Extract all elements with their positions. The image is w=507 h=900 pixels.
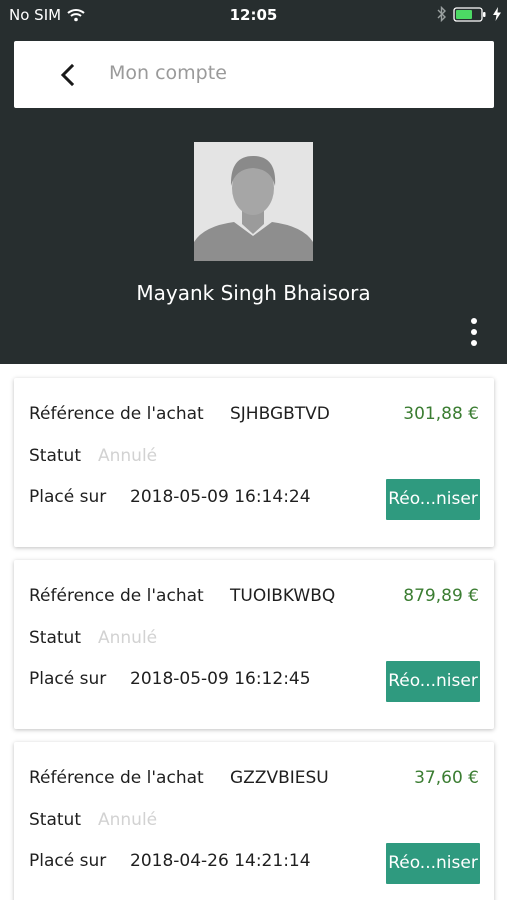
order-card[interactable]: Référence de l'achat GZZVBIESU 37,60 € S… xyxy=(14,742,494,900)
order-amount: 879,89 € xyxy=(403,586,479,606)
reference-label: Référence de l'achat xyxy=(29,404,204,424)
placed-on-value: 2018-04-26 14:21:14 xyxy=(130,851,311,871)
order-amount: 37,60 € xyxy=(414,768,479,788)
order-amount: 301,88 € xyxy=(403,404,479,424)
status-bar: No SIM 12:05 xyxy=(0,0,507,32)
more-vertical-icon[interactable] xyxy=(462,316,486,348)
profile-name: Mayank Singh Bhaisora xyxy=(136,281,371,305)
carrier-label: No SIM xyxy=(9,6,62,24)
profile-header: No SIM 12:05 Mon compte Mayank Singh Bha… xyxy=(0,0,507,364)
back-arrow-icon[interactable] xyxy=(54,61,80,89)
order-card[interactable]: Référence de l'achat SJHBGBTVD 301,88 € … xyxy=(14,378,494,547)
battery-icon xyxy=(453,6,486,22)
bluetooth-icon xyxy=(437,6,446,22)
avatar-placeholder xyxy=(194,142,313,261)
reference-value: SJHBGBTVD xyxy=(230,404,330,424)
status-value: Annulé xyxy=(98,628,158,648)
placed-on-label: Placé sur xyxy=(29,487,107,507)
status-right-group xyxy=(437,6,501,22)
status-value: Annulé xyxy=(98,810,158,830)
reference-label: Référence de l'achat xyxy=(29,768,204,788)
charging-icon xyxy=(493,7,501,21)
placed-on-label: Placé sur xyxy=(29,851,107,871)
carrier-group: No SIM xyxy=(9,6,85,24)
status-label: Statut xyxy=(29,628,81,648)
wifi-icon xyxy=(67,9,85,22)
placed-on-label: Placé sur xyxy=(29,669,107,689)
header-bar: Mon compte xyxy=(14,41,494,108)
reorder-button[interactable]: Réo...niser xyxy=(386,843,480,884)
status-value: Annulé xyxy=(98,446,158,466)
reorder-button[interactable]: Réo...niser xyxy=(386,661,480,702)
status-label: Statut xyxy=(29,810,81,830)
reorder-button[interactable]: Réo...niser xyxy=(386,479,480,520)
page-title: Mon compte xyxy=(109,62,227,84)
avatar[interactable] xyxy=(194,142,313,261)
reference-value: GZZVBIESU xyxy=(230,768,329,788)
status-label: Statut xyxy=(29,446,81,466)
reference-label: Référence de l'achat xyxy=(29,586,204,606)
placed-on-value: 2018-05-09 16:12:45 xyxy=(130,669,311,689)
reference-value: TUOIBKWBQ xyxy=(230,586,336,606)
order-card[interactable]: Référence de l'achat TUOIBKWBQ 879,89 € … xyxy=(14,560,494,729)
placed-on-value: 2018-05-09 16:14:24 xyxy=(130,487,311,507)
